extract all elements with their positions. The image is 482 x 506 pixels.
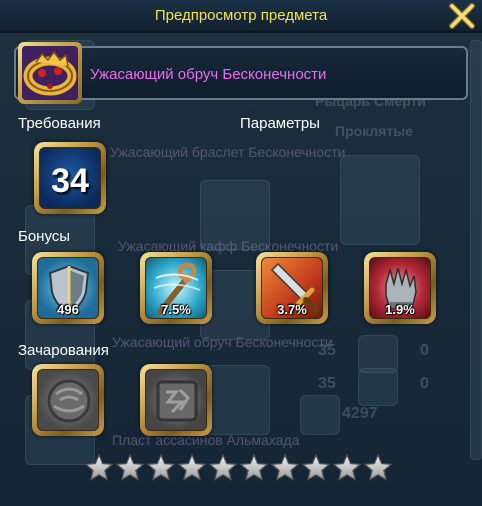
- level-requirement-value: 34: [51, 162, 89, 200]
- bonus-slot-gauntlet[interactable]: 1.9%: [364, 252, 436, 324]
- title-bar: Предпросмотр предмета: [0, 0, 482, 33]
- bonus-slot-defense[interactable]: 496: [32, 252, 104, 324]
- empty-enchant-slot-icon: [47, 379, 91, 423]
- bonuses-label: Бонусы: [18, 228, 71, 245]
- star-icon: [208, 453, 238, 481]
- bonus-slot-magic[interactable]: 7.5%: [140, 252, 212, 324]
- bonus-value: 3.7%: [277, 302, 307, 317]
- bonus-value: 496: [57, 302, 79, 317]
- star-icon: [84, 453, 114, 481]
- requirements-label: Требования: [18, 115, 101, 132]
- bonus-value: 1.9%: [385, 302, 415, 317]
- level-requirement-slot[interactable]: 34: [34, 142, 106, 214]
- bonus-value: 7.5%: [161, 302, 191, 317]
- parameters-label: Параметры: [240, 115, 320, 132]
- star-icon: [363, 453, 393, 481]
- enchant-slot-1[interactable]: [32, 364, 104, 436]
- star-rating: [84, 453, 393, 483]
- item-icon-frame[interactable]: [18, 42, 82, 104]
- close-icon[interactable]: [448, 2, 476, 30]
- star-icon: [301, 453, 331, 481]
- window-title: Предпросмотр предмета: [154, 7, 328, 24]
- star-icon: [115, 453, 145, 481]
- empty-enchant-slot-icon: [156, 380, 198, 422]
- star-icon: [239, 453, 269, 481]
- item-name: Ужасающий обруч Бесконечности: [90, 66, 327, 83]
- star-icon: [146, 453, 176, 481]
- enchant-slot-2[interactable]: [140, 364, 212, 436]
- bonus-slot-attack[interactable]: 3.7%: [256, 252, 328, 324]
- star-icon: [177, 453, 207, 481]
- enchantments-label: Зачарования: [18, 342, 109, 359]
- star-icon: [270, 453, 300, 481]
- star-icon: [332, 453, 362, 481]
- gold-ring-icon: [22, 46, 78, 100]
